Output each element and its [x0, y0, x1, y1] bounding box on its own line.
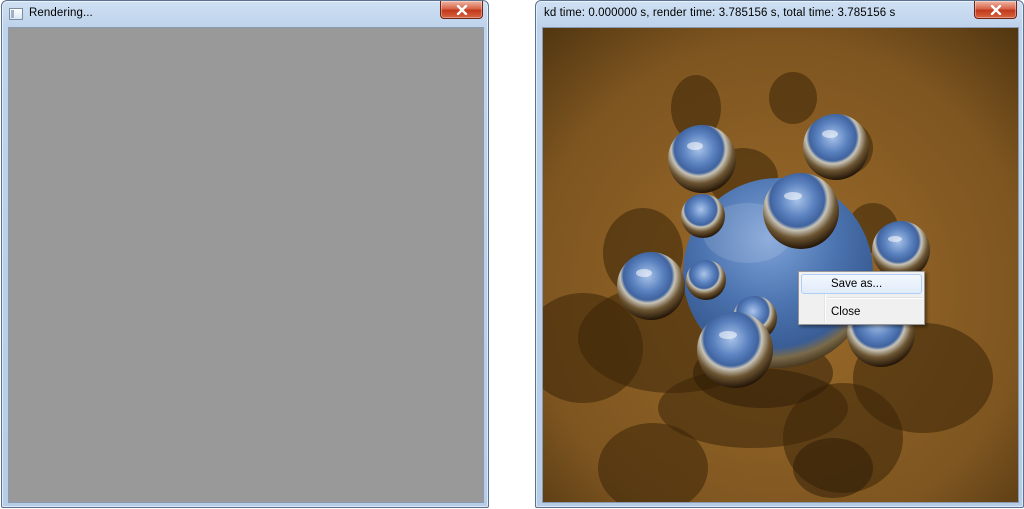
close-icon — [456, 4, 467, 15]
window-icon — [9, 8, 23, 20]
rendered-image[interactable] — [542, 27, 1019, 503]
window-title: kd time: 0.000000 s, render time: 3.7851… — [544, 7, 896, 19]
menu-item-close[interactable]: Close — [801, 302, 922, 322]
result-window: kd time: 0.000000 s, render time: 3.7851… — [535, 0, 1024, 508]
title-bar[interactable]: kd time: 0.000000 s, render time: 3.7851… — [536, 1, 1023, 27]
close-icon — [990, 4, 1001, 15]
context-menu: Save as... Close — [798, 271, 925, 325]
rendering-window: Rendering... — [1, 0, 489, 508]
window-title: Rendering... — [29, 7, 93, 19]
title-bar[interactable]: Rendering... — [2, 1, 488, 27]
close-button[interactable] — [440, 1, 483, 19]
menu-item-save-as[interactable]: Save as... — [801, 274, 922, 294]
menu-separator — [827, 297, 922, 299]
render-canvas — [8, 27, 484, 503]
raytraced-scene — [543, 28, 1018, 502]
close-button[interactable] — [974, 1, 1017, 19]
